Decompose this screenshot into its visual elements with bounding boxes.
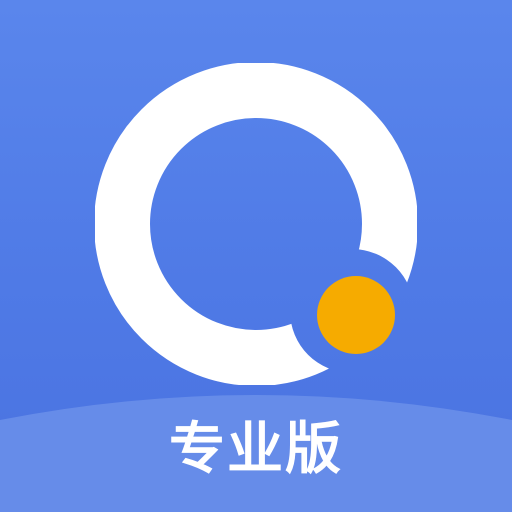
edition-label: 专业版 [169, 417, 343, 482]
app-icon[interactable]: 专业版 [0, 0, 512, 512]
accent-dot [317, 276, 395, 354]
